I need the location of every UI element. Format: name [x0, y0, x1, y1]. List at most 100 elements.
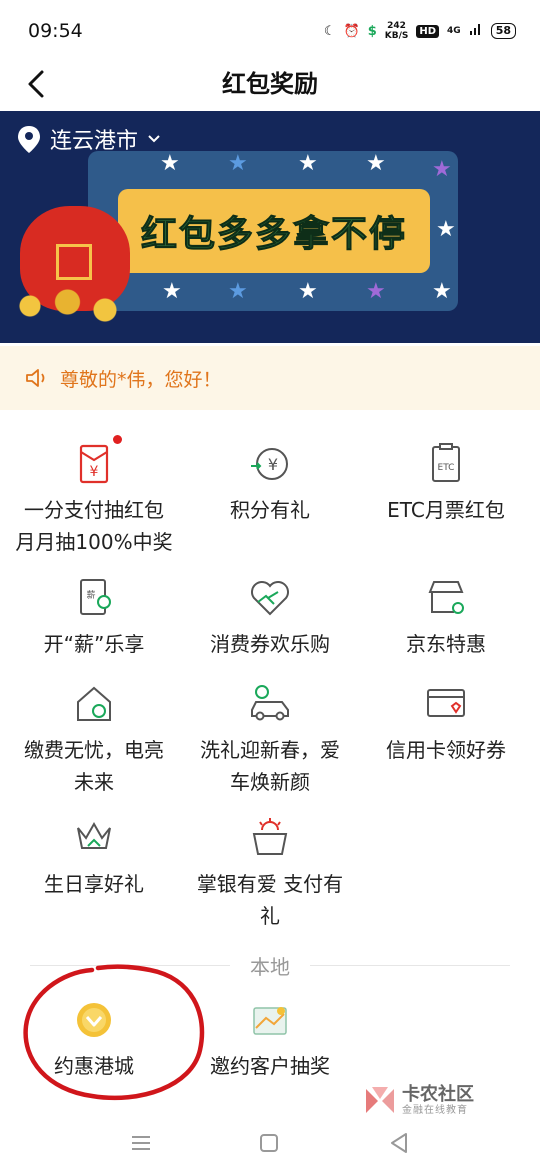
- red-envelope-icon: ¥: [79, 444, 109, 484]
- star-icon: ★: [436, 217, 456, 242]
- section-title: 本地: [250, 954, 290, 979]
- alarm-icon: ⏰: [343, 23, 360, 39]
- grid-item-label: ETC月票红包: [387, 498, 505, 522]
- net-speed-value: 242: [387, 21, 406, 31]
- house-payment-icon: [77, 686, 111, 721]
- triangle-back-icon: [391, 1133, 407, 1153]
- star-icon: ★: [298, 151, 318, 176]
- star-icon: ★: [162, 279, 182, 304]
- grid-item-credit-card-coupon[interactable]: 信用卡领好券: [358, 682, 534, 766]
- grid-item-label: 一分支付抽红包: [24, 498, 164, 522]
- grid-item-label: 掌银有爱 支付有: [196, 872, 344, 896]
- chevron-down-icon: [148, 135, 160, 143]
- star-icon: ★: [228, 279, 248, 304]
- svg-text:¥: ¥: [90, 464, 99, 480]
- basket-icon: [252, 818, 288, 855]
- grid-item-car-wash[interactable]: 洗礼迎新春，爱 车焕新颜: [182, 682, 358, 798]
- system-navigation-bar: [0, 1120, 540, 1170]
- banner-slogan: 红包多多拿不停: [140, 214, 407, 256]
- local-item-label: 邀约客户抽奖: [210, 1054, 330, 1078]
- star-icon: ★: [298, 279, 318, 304]
- store-icon: [428, 581, 464, 614]
- battery-indicator: 58: [490, 23, 516, 39]
- hd-badge: HD: [416, 24, 440, 38]
- credit-card-icon: [427, 689, 465, 717]
- grid-item-label: 消费券欢乐购: [210, 632, 330, 656]
- grid-item-sublabel: 车焕新颜: [230, 770, 310, 794]
- grid-item-sublabel: 月月抽100%中奖: [15, 530, 173, 554]
- star-icon: ★: [432, 157, 452, 182]
- grid-item-bill-payment[interactable]: 缴费无忧，电亮 未来: [6, 682, 182, 798]
- kanong-logo-icon: [366, 1087, 394, 1113]
- yellow-badge-icon: [77, 1003, 111, 1037]
- local-item-label: 约惠港城: [54, 1054, 134, 1078]
- grid-item-birthday-gift[interactable]: 生日享好礼: [6, 816, 182, 900]
- grid-item-label: 洗礼迎新春，爱: [200, 738, 340, 762]
- svg-text:¥: ¥: [268, 455, 278, 474]
- page-title: 红包奖励: [222, 70, 318, 98]
- grid-item-salary[interactable]: 薪 开“薪”乐享: [6, 576, 182, 660]
- watermark-title: 卡农社区: [402, 1084, 474, 1105]
- star-icon: ★: [432, 279, 452, 304]
- net-speed: 242 KB/S: [385, 21, 409, 41]
- speaker-icon: [26, 369, 45, 387]
- grid-item-jd-deals[interactable]: 京东特惠: [358, 576, 534, 660]
- status-icons: ☾ ⏰ $ 242 KB/S HD 4G 58: [324, 21, 516, 41]
- grid-item-label: 积分有礼: [230, 498, 310, 522]
- location-selector[interactable]: 连云港市: [16, 123, 162, 155]
- star-icon: ★: [160, 151, 180, 176]
- dollar-shield-icon: $: [367, 23, 377, 39]
- grid-item-sublabel: 礼: [260, 904, 280, 928]
- notification-dot: [113, 435, 122, 444]
- handshake-heart-icon: [251, 581, 289, 616]
- salary-document-icon: 薪: [80, 579, 111, 615]
- grid-item-etc-ticket[interactable]: ETC ETC月票红包: [358, 442, 534, 526]
- menu-icon: [132, 1136, 150, 1150]
- svg-text:ETC: ETC: [438, 463, 455, 473]
- grid-item-label: 信用卡领好券: [386, 738, 506, 762]
- svg-text:薪: 薪: [86, 589, 95, 601]
- yuan-exchange-icon: ¥: [251, 448, 288, 480]
- grid-item-coupon-shopping[interactable]: 消费券欢乐购: [182, 576, 358, 660]
- grid-item-label: 开“薪”乐享: [43, 632, 145, 656]
- grid-item-mobile-bank-love[interactable]: 掌银有爱 支付有 礼: [182, 816, 358, 932]
- divider: [310, 964, 510, 966]
- signal-bars-icon: [469, 22, 483, 40]
- car-wash-icon: [251, 685, 289, 721]
- grid-item-one-cent-lottery[interactable]: ¥ 一分支付抽红包 月月抽100%中奖: [6, 442, 182, 558]
- gold-coins-image: [0, 286, 150, 326]
- status-bar: 09:54 ☾ ⏰ $ 242 KB/S HD 4G 58: [0, 0, 540, 62]
- star-icon: ★: [228, 151, 248, 176]
- divider: [30, 964, 230, 966]
- local-item-yuehui-gangcheng[interactable]: 约惠港城: [6, 998, 182, 1082]
- map-ticket-icon: [253, 1007, 287, 1035]
- location-pin-icon: [18, 126, 40, 153]
- greeting-notice: 尊敬的*伟，您好！: [0, 346, 540, 410]
- moon-icon: ☾: [323, 23, 336, 39]
- menu-button[interactable]: [126, 1128, 156, 1158]
- location-name: 连云港市: [50, 129, 139, 154]
- crown-gift-icon: [77, 821, 111, 849]
- star-icon: ★: [366, 151, 386, 176]
- grid-item-points-gift[interactable]: ¥ 积分有礼: [182, 442, 358, 526]
- home-square-icon: [260, 1134, 278, 1152]
- grid-item-label: 缴费无忧，电亮: [24, 738, 164, 762]
- grid-item-label: 生日享好礼: [44, 872, 144, 896]
- grid-item-sublabel: 未来: [74, 770, 114, 794]
- local-item-invite-lottery[interactable]: 邀约客户抽奖: [182, 998, 358, 1082]
- local-section-header: 本地: [30, 948, 510, 982]
- net-speed-unit: KB/S: [384, 31, 409, 41]
- etc-card-icon: ETC: [432, 443, 460, 482]
- home-button[interactable]: [254, 1128, 284, 1158]
- greeting-text: 尊敬的*伟，您好！: [60, 368, 222, 391]
- status-time: 09:54: [28, 20, 83, 42]
- promo-banner[interactable]: 红包多多拿不停 ★ ★ ★ ★ ★ ★ ★ ★ ★ ★ ★ 连云港市: [0, 111, 540, 343]
- star-icon: ★: [366, 279, 386, 304]
- system-back-button[interactable]: [384, 1128, 414, 1158]
- signal-label: 4G: [447, 26, 461, 36]
- grid-item-label: 京东特惠: [406, 632, 486, 656]
- navigation-bar: 红包奖励: [0, 62, 540, 110]
- watermark-subtitle: 金融在线教育: [402, 1105, 468, 1116]
- watermark: 卡农社区 金融在线教育: [362, 1080, 502, 1122]
- banner-sign: 红包多多拿不停: [118, 189, 430, 273]
